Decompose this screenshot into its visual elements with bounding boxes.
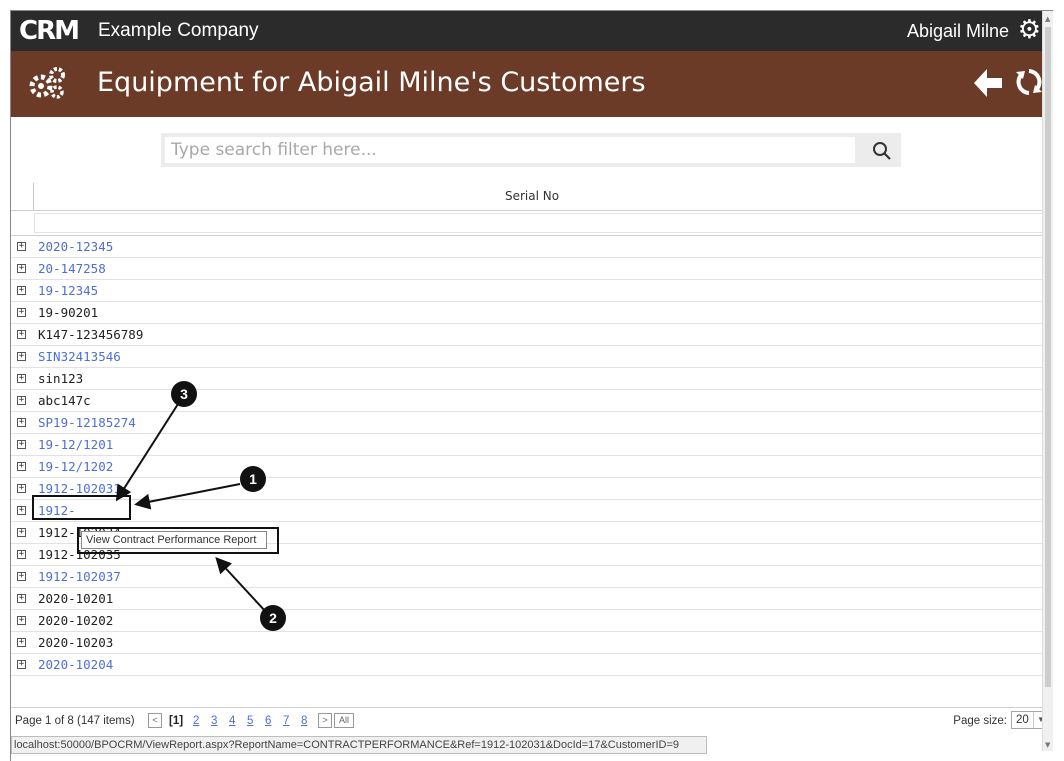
- table-row: +1912-102031: [11, 478, 1053, 500]
- highlight-box-serial: [32, 495, 131, 520]
- expand-icon[interactable]: +: [17, 418, 26, 427]
- serial-filter-input[interactable]: [34, 213, 1044, 233]
- table-row: + SP19-12185274: [11, 412, 1053, 434]
- page-link-2[interactable]: 2: [193, 715, 199, 727]
- scroll-thumb[interactable]: [1045, 27, 1051, 687]
- table-row: +20-147258: [11, 258, 1053, 280]
- serial-link[interactable]: 19-12345: [38, 283, 98, 298]
- expand-icon[interactable]: +: [17, 572, 26, 581]
- serial-link[interactable]: 2020-12345: [38, 239, 113, 254]
- pager: Page 1 of 8 (147 items) < [1] 2 3 4 5 6 …: [11, 707, 1053, 736]
- serial-text: 19-90201: [38, 305, 99, 320]
- filter-row: [11, 211, 1053, 236]
- table-row: +1912-: [11, 500, 1053, 522]
- settings-gear-icon[interactable]: ⚙: [1018, 17, 1041, 43]
- page-link-4[interactable]: 4: [229, 715, 235, 727]
- page-size-value: 20: [1016, 714, 1029, 726]
- table-row: +2020-12345: [11, 236, 1053, 258]
- back-arrow-icon[interactable]: [971, 66, 1005, 100]
- serial-link[interactable]: 19-12/1202: [38, 459, 113, 474]
- page-size-label: Page size:: [953, 715, 1007, 727]
- table-row: +2020-10201: [11, 588, 1053, 610]
- crm-logo: CRM: [19, 16, 80, 46]
- expand-icon[interactable]: +: [17, 396, 26, 405]
- top-bar: CRM Example Company Abigail Milne ⚙: [11, 11, 1053, 51]
- prev-page-button[interactable]: <: [148, 713, 162, 728]
- page-link-5[interactable]: 5: [247, 715, 253, 727]
- page-link-6[interactable]: 6: [265, 715, 271, 727]
- expand-icon[interactable]: +: [17, 374, 26, 383]
- serial-text: K147-123456789: [38, 327, 144, 342]
- pager-info: Page 1 of 8 (147 items): [15, 715, 135, 727]
- highlight-box-tooltip: [77, 527, 279, 554]
- company-name: Example Company: [98, 20, 259, 41]
- expand-icon[interactable]: +: [17, 550, 26, 559]
- table-row: +19-12/1201: [11, 434, 1053, 456]
- serial-text: sin123: [38, 371, 84, 386]
- expand-icon[interactable]: +: [17, 264, 26, 273]
- page-title: Equipment for Abigail Milne's Customers: [97, 67, 646, 98]
- expand-icon[interactable]: +: [17, 352, 26, 361]
- serial-link[interactable]: 20-147258: [38, 261, 106, 276]
- table-row: + sin123: [11, 368, 1053, 390]
- expand-icon[interactable]: +: [17, 286, 26, 295]
- page-link-8[interactable]: 8: [301, 715, 307, 727]
- vertical-scrollbar[interactable]: ▲ ▼: [1042, 11, 1053, 751]
- callout-marker-1: 1: [240, 466, 266, 492]
- next-page-button[interactable]: >: [318, 713, 332, 728]
- column-header-serial-no[interactable]: Serial No: [11, 189, 1053, 203]
- page-link-7[interactable]: 7: [283, 715, 289, 727]
- search-icon[interactable]: [871, 140, 893, 162]
- grid-header: Serial No: [11, 183, 1053, 211]
- table-row: +19-12/1202: [11, 456, 1053, 478]
- expand-icon[interactable]: +: [17, 440, 26, 449]
- table-row: + abc147c: [11, 390, 1053, 412]
- serial-text: 2020-10202: [38, 613, 114, 628]
- table-row: + SIN32413546: [11, 346, 1053, 368]
- expand-icon[interactable]: +: [17, 616, 26, 625]
- grid-rows: +2020-12345 +20-147258 +19-12345 +19-902…: [11, 236, 1053, 676]
- table-row: +2020-10203: [11, 632, 1053, 654]
- serial-link[interactable]: 19-12/1201: [38, 437, 113, 452]
- serial-link[interactable]: SP19-12185274: [38, 415, 136, 430]
- serial-text: 2020-10201: [38, 591, 114, 606]
- current-page: [1]: [169, 715, 184, 727]
- expand-icon[interactable]: +: [17, 242, 26, 251]
- serial-text: 2020-10203: [38, 635, 114, 650]
- table-row: +2020-10202: [11, 610, 1053, 632]
- callout-marker-3: 3: [171, 381, 197, 407]
- scroll-down-icon[interactable]: ▼: [1045, 741, 1050, 749]
- expand-icon[interactable]: +: [17, 638, 26, 647]
- show-all-button[interactable]: All: [334, 713, 354, 728]
- status-url-bar: localhost:50000/BPOCRM/ViewReport.aspx?R…: [11, 736, 707, 754]
- table-row: +19-12345: [11, 280, 1053, 302]
- refresh-icon[interactable]: [1013, 66, 1045, 98]
- search-input[interactable]: [165, 137, 855, 163]
- expand-icon[interactable]: +: [17, 308, 26, 317]
- callout-marker-2: 2: [260, 605, 286, 631]
- expand-icon[interactable]: +: [17, 506, 26, 515]
- serial-link[interactable]: 1912-102031: [38, 481, 121, 496]
- expand-icon[interactable]: +: [17, 594, 26, 603]
- expand-icon[interactable]: +: [17, 462, 26, 471]
- expand-icon[interactable]: +: [17, 528, 26, 537]
- table-row: +19-90201: [11, 302, 1053, 324]
- serial-link[interactable]: SIN32413546: [38, 349, 121, 364]
- table-row: +2020-10204: [11, 654, 1053, 676]
- serial-link[interactable]: 2020-10204: [38, 657, 113, 672]
- serial-link[interactable]: 1912-102037: [38, 569, 121, 584]
- search-bar: [161, 133, 901, 167]
- expand-icon[interactable]: +: [17, 330, 26, 339]
- page-header: Equipment for Abigail Milne's Customers: [11, 51, 1053, 117]
- app-window: CRM Example Company Abigail Milne ⚙ Equi…: [10, 10, 1053, 761]
- expand-icon[interactable]: +: [17, 660, 26, 669]
- table-row: +1912-102037: [11, 566, 1053, 588]
- page-link-3[interactable]: 3: [211, 715, 217, 727]
- serial-text: abc147c: [38, 393, 91, 408]
- gears-icon: [29, 67, 65, 99]
- table-row: + K147-123456789: [11, 324, 1053, 346]
- user-name[interactable]: Abigail Milne: [907, 21, 1009, 42]
- scroll-up-icon[interactable]: ▲: [1045, 15, 1050, 23]
- expand-icon[interactable]: +: [17, 484, 26, 493]
